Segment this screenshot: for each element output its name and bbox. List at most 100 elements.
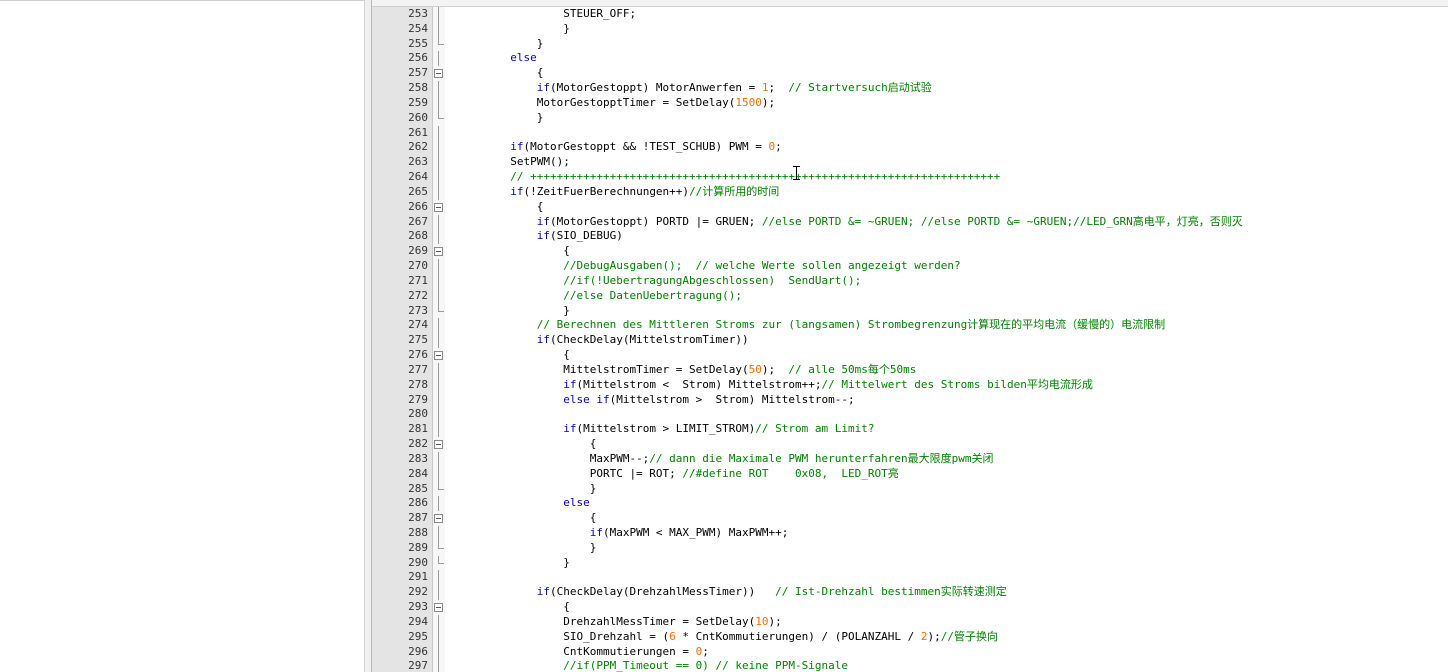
line-number: 260 — [408, 110, 428, 124]
fold-collapse-icon[interactable] — [434, 202, 443, 212]
fold-collapse-icon[interactable] — [434, 514, 443, 524]
code-line[interactable]: 256 else — [372, 51, 1448, 67]
code-text[interactable]: DrehzahlMessTimer = SetDelay(10); — [444, 615, 782, 630]
code-line[interactable]: 292 if(CheckDelay(DrehzahlMessTimer)) //… — [372, 585, 1448, 601]
code-line[interactable]: 278 if(Mittelstrom < Strom) Mittelstrom+… — [372, 377, 1448, 393]
code-text[interactable]: } — [444, 482, 597, 497]
code-text[interactable]: //if(!UebertragungAbgeschlossen) SendUar… — [444, 274, 861, 289]
code-text[interactable]: else — [444, 51, 537, 66]
code-line[interactable]: 253 STEUER_OFF; — [372, 7, 1448, 22]
code-text[interactable]: if(MotorGestoppt && !TEST_SCHUB) PWM = 0… — [444, 140, 782, 155]
code-text[interactable]: CntKommutierungen = 0; — [444, 645, 709, 660]
code-line[interactable]: 279 else if(Mittelstrom > Strom) Mittels… — [372, 392, 1448, 408]
fold-collapse-icon[interactable] — [434, 351, 443, 361]
code-line[interactable]: 286 else — [372, 496, 1448, 512]
code-text[interactable]: else if(Mittelstrom > Strom) Mittelstrom… — [444, 393, 854, 408]
code-line[interactable]: 290 } — [372, 555, 1448, 571]
code-editor[interactable]: 253 STEUER_OFF; 254 } 255 } 256 else 257 {25… — [372, 0, 1448, 672]
code-text[interactable]: STEUER_OFF; — [444, 7, 636, 22]
code-line[interactable]: 284 PORTC |= ROT; //#define ROT 0x08, LE… — [372, 466, 1448, 482]
code-text[interactable]: if(SIO_DEBUG) — [444, 229, 623, 244]
code-line[interactable]: 283 MaxPWM--;// dann die Maximale PWM he… — [372, 451, 1448, 467]
code-line[interactable]: 269 { — [372, 244, 1448, 259]
code-line[interactable]: 264 // +++++++++++++++++++++++++++++++++… — [372, 170, 1448, 185]
code-text[interactable]: { — [444, 511, 597, 526]
code-line[interactable]: 259 MotorGestopptTimer = SetDelay(1500); — [372, 95, 1448, 111]
code-line[interactable]: 282 { — [372, 437, 1448, 452]
code-text[interactable]: MotorGestopptTimer = SetDelay(1500); — [444, 96, 775, 111]
code-text[interactable]: // Berechnen des Mittleren Stroms zur (l… — [444, 318, 1165, 333]
code-text[interactable]: if(MotorGestoppt) PORTD |= GRUEN; //else… — [444, 215, 1243, 230]
code-text[interactable]: MittelstromTimer = SetDelay(50); // alle… — [444, 363, 916, 378]
code-text[interactable]: } — [444, 22, 570, 37]
code-text[interactable]: { — [444, 348, 570, 363]
code-text[interactable]: if(CheckDelay(DrehzahlMessTimer)) // Ist… — [444, 585, 1007, 600]
code-lines[interactable]: 253 STEUER_OFF; 254 } 255 } 256 else 257 {25… — [372, 7, 1448, 672]
code-line[interactable]: 293 { — [372, 600, 1448, 615]
code-text[interactable]: SetPWM(); — [444, 155, 570, 170]
code-text[interactable]: if(MotorGestoppt) MotorAnwerfen = 1; // … — [444, 81, 932, 96]
code-line[interactable]: 265 if(!ZeitFuerBerechnungen++)//计算所用的时间 — [372, 184, 1448, 200]
code-line[interactable]: 258 if(MotorGestoppt) MotorAnwerfen = 1;… — [372, 81, 1448, 96]
code-text[interactable]: if(!ZeitFuerBerechnungen++)//计算所用的时间 — [444, 185, 779, 200]
code-line[interactable]: 281 if(Mittelstrom > LIMIT_STROM)// Stro… — [372, 422, 1448, 438]
code-text[interactable]: } — [444, 37, 544, 52]
code-comment: // Ist-Drehzahl bestimmen实际转速测定 — [775, 585, 1007, 599]
code-line[interactable]: 261 — [372, 125, 1448, 141]
code-line[interactable]: 262 if(MotorGestoppt && !TEST_SCHUB) PWM… — [372, 140, 1448, 156]
code-line[interactable]: 266 { — [372, 200, 1448, 215]
code-line[interactable]: 288 if(MaxPWM < MAX_PWM) MaxPWM++; — [372, 525, 1448, 541]
code-text[interactable]: PORTC |= ROT; //#define ROT 0x08, LED_RO… — [444, 467, 899, 482]
code-line[interactable]: 255 } — [372, 36, 1448, 52]
fold-collapse-icon[interactable] — [434, 603, 443, 613]
code-text[interactable]: { — [444, 600, 570, 615]
code-line[interactable]: 254 } — [372, 21, 1448, 37]
code-text[interactable]: } — [444, 541, 597, 556]
code-text[interactable]: { — [444, 200, 544, 215]
code-line[interactable]: 297 //if(PPM_Timeout == 0) // keine PPM-… — [372, 659, 1448, 672]
code-line[interactable]: 257 { — [372, 66, 1448, 81]
code-text[interactable]: { — [444, 66, 544, 81]
code-line[interactable]: 263 SetPWM(); — [372, 155, 1448, 171]
code-text[interactable]: } — [444, 556, 570, 571]
code-text[interactable]: else — [444, 496, 590, 511]
fold-collapse-icon[interactable] — [434, 69, 443, 79]
code-line[interactable]: 291 — [372, 570, 1448, 586]
code-line[interactable]: 285 } — [372, 481, 1448, 497]
code-line[interactable]: 289 } — [372, 540, 1448, 556]
fold-collapse-icon[interactable] — [434, 440, 443, 450]
code-line[interactable]: 267 if(MotorGestoppt) PORTD |= GRUEN; //… — [372, 214, 1448, 230]
fold-collapse-icon[interactable] — [434, 247, 443, 257]
code-text[interactable]: //DebugAusgaben(); // welche Werte solle… — [444, 259, 960, 274]
code-line[interactable]: 268 if(SIO_DEBUG) — [372, 229, 1448, 245]
code-text[interactable]: //else DatenUebertragung(); — [444, 289, 742, 304]
code-text[interactable]: if(CheckDelay(MittelstromTimer)) — [444, 333, 749, 348]
code-line[interactable]: 274 // Berechnen des Mittleren Stroms zu… — [372, 318, 1448, 334]
code-text[interactable]: { — [444, 244, 570, 259]
code-line[interactable]: 287 { — [372, 511, 1448, 526]
code-line[interactable]: 272 //else DatenUebertragung(); — [372, 288, 1448, 304]
code-line[interactable]: 273 } — [372, 303, 1448, 319]
code-line[interactable]: 271 //if(!UebertragungAbgeschlossen) Sen… — [372, 273, 1448, 289]
code-text[interactable]: { — [444, 437, 597, 452]
code-text[interactable]: } — [444, 304, 570, 319]
code-text[interactable]: if(MaxPWM < MAX_PWM) MaxPWM++; — [444, 526, 789, 541]
code-line[interactable]: 277 MittelstromTimer = SetDelay(50); // … — [372, 362, 1448, 378]
code-line[interactable]: 296 CntKommutierungen = 0; — [372, 644, 1448, 660]
code-text[interactable]: //if(PPM_Timeout == 0) // keine PPM-Sign… — [444, 659, 848, 672]
code-line[interactable]: 280 — [372, 407, 1448, 423]
code-text[interactable]: MaxPWM--;// dann die Maximale PWM herunt… — [444, 452, 994, 467]
code-line[interactable]: 276 { — [372, 348, 1448, 363]
code-line[interactable]: 270 //DebugAusgaben(); // welche Werte s… — [372, 259, 1448, 274]
code-text[interactable]: } — [444, 111, 544, 126]
code-text[interactable]: SIO_Drehzahl = (6 * CntKommutierungen) /… — [444, 630, 998, 645]
code-line[interactable]: 294 DrehzahlMessTimer = SetDelay(10); — [372, 614, 1448, 630]
code-text[interactable]: // +++++++++++++++++++++++++++++++++++++… — [444, 170, 1000, 185]
code-line[interactable]: 275 if(CheckDelay(MittelstromTimer)) — [372, 333, 1448, 349]
line-number: 265 — [408, 184, 428, 198]
pane-splitter[interactable] — [365, 0, 372, 672]
code-line[interactable]: 295 SIO_Drehzahl = (6 * CntKommutierunge… — [372, 629, 1448, 645]
code-text[interactable]: if(Mittelstrom < Strom) Mittelstrom++;//… — [444, 378, 1093, 393]
code-line[interactable]: 260 } — [372, 110, 1448, 126]
code-text[interactable]: if(Mittelstrom > LIMIT_STROM)// Strom am… — [444, 422, 874, 437]
